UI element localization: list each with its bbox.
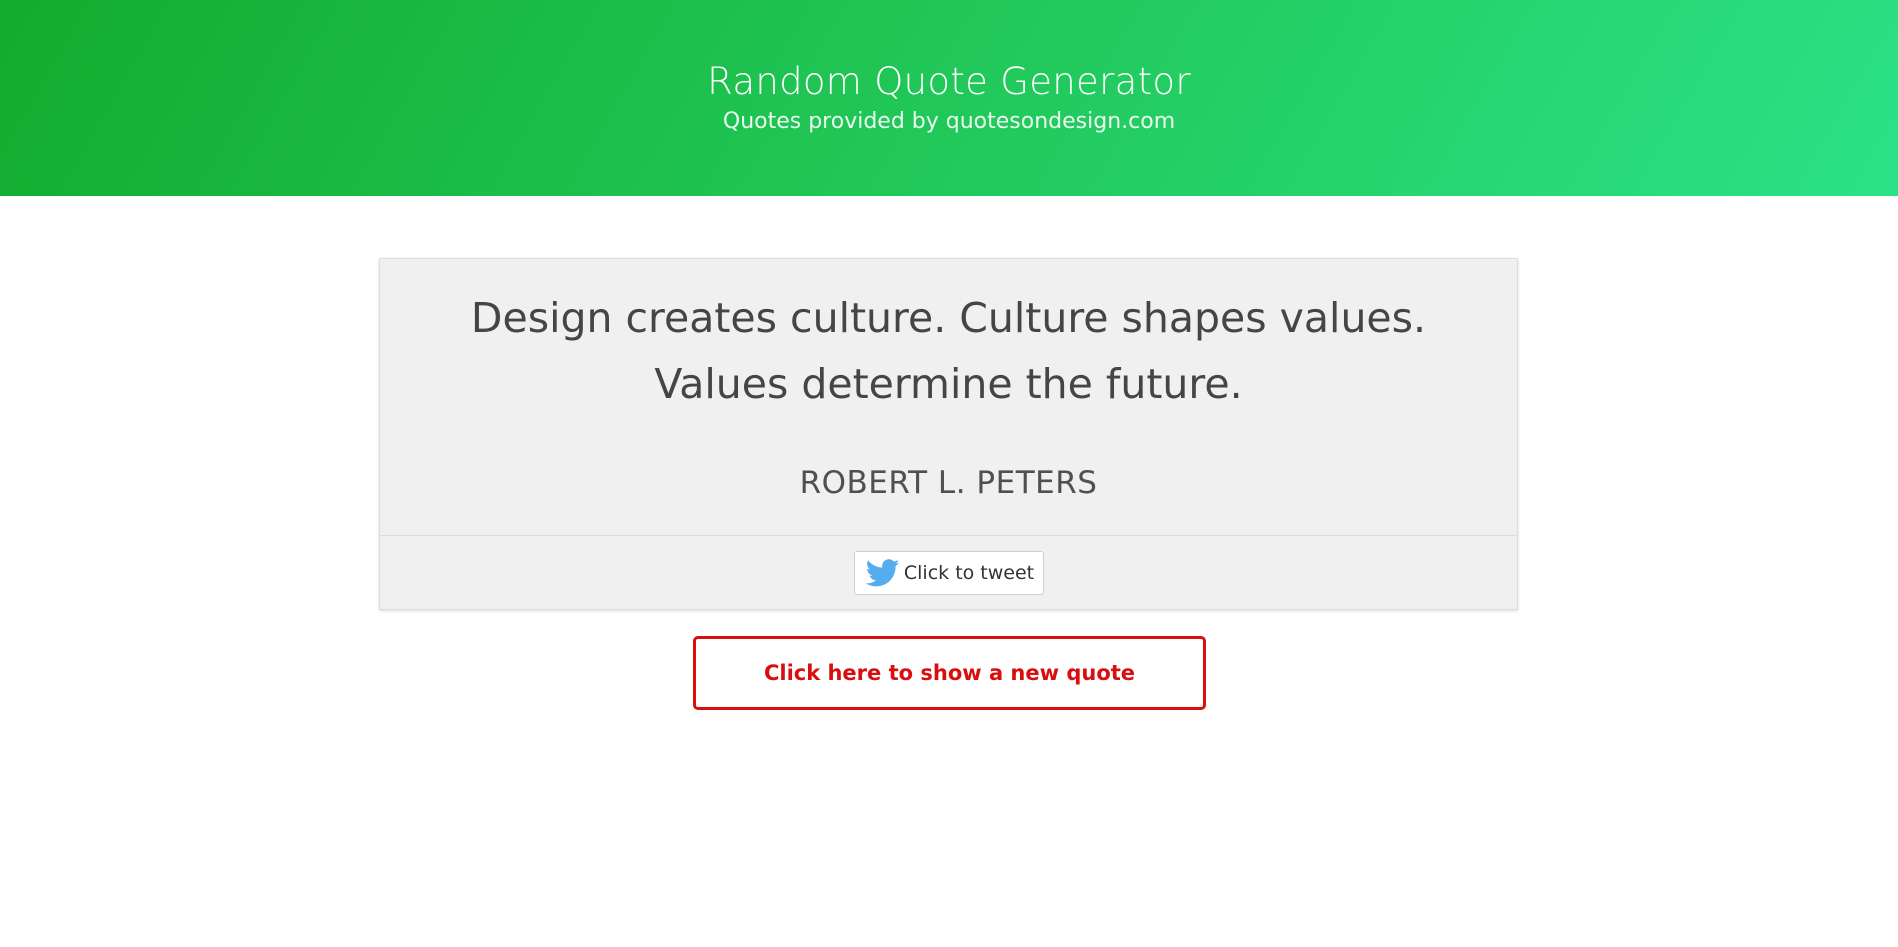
card-divider bbox=[380, 535, 1517, 536]
page-subtitle: Quotes provided by quotesondesign.com bbox=[722, 109, 1176, 134]
page-header: Random Quote Generator Quotes provided b… bbox=[0, 0, 1898, 196]
new-quote-button[interactable]: Click here to show a new quote bbox=[693, 636, 1206, 710]
quote-text: Design creates culture. Culture shapes v… bbox=[470, 294, 1427, 408]
quote-card: Design creates culture. Culture shapes v… bbox=[379, 258, 1518, 610]
page-title: Random Quote Generator bbox=[707, 60, 1191, 103]
quote-author: ROBERT L. PETERS bbox=[799, 465, 1098, 501]
tweet-button[interactable]: Click to tweet bbox=[854, 551, 1044, 595]
twitter-bird-icon bbox=[864, 556, 902, 590]
new-quote-button-label: Click here to show a new quote bbox=[763, 661, 1136, 685]
tweet-button-label: Click to tweet bbox=[903, 562, 1035, 584]
